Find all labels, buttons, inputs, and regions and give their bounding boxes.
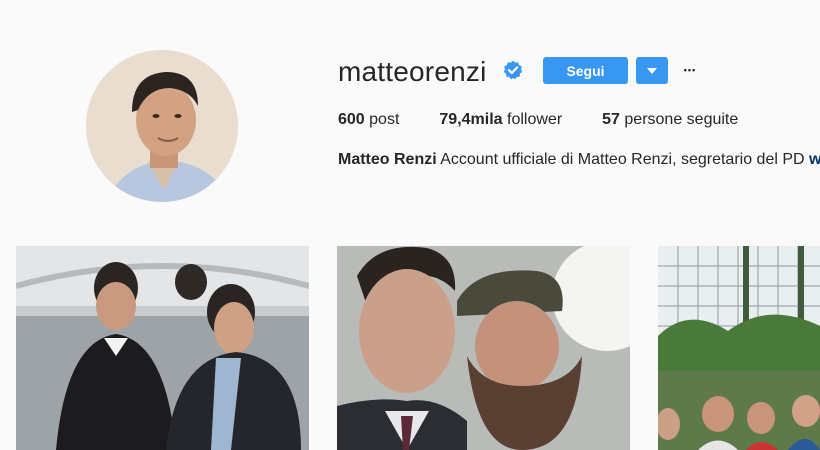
following-label: persone seguite (624, 111, 739, 128)
more-options-button[interactable]: ••• (680, 60, 700, 80)
following-count: 57 (602, 111, 620, 128)
profile-stats: 600 post 79,4mila follower 57 persone se… (338, 111, 778, 129)
post-thumbnail[interactable] (16, 246, 309, 450)
ellipsis-icon: ••• (683, 65, 697, 75)
follow-button[interactable]: Segui (543, 57, 628, 84)
caret-down-icon (647, 67, 657, 74)
posts-label: post (369, 111, 400, 128)
bio-text: Account ufficiale di Matteo Renzi, segre… (440, 151, 805, 168)
avatar-photo (86, 50, 238, 202)
profile-avatar[interactable] (86, 50, 238, 202)
stat-posts: 600 post (338, 111, 399, 129)
followers-label: follower (507, 111, 563, 128)
post-thumbnail[interactable] (658, 246, 820, 450)
followers-count: 79,4mila (439, 111, 503, 128)
stat-followers[interactable]: 79,4mila follower (439, 111, 562, 129)
profile-full-name: Matteo Renzi (338, 151, 437, 168)
stat-following[interactable]: 57 persone seguite (602, 111, 738, 129)
verified-badge-icon (503, 60, 523, 80)
post-thumbnail[interactable] (337, 246, 630, 450)
post-photo-group (658, 246, 820, 450)
post-photo-airplane (16, 246, 309, 450)
profile-username: matteorenzi (338, 56, 487, 87)
bio-link[interactable]: ww (809, 151, 820, 168)
post-photo-selfie (337, 246, 630, 450)
profile-bio: Matteo Renzi Account ufficiale di Matteo… (338, 151, 820, 169)
posts-count: 600 (338, 111, 365, 128)
suggestions-dropdown-button[interactable] (636, 57, 668, 84)
